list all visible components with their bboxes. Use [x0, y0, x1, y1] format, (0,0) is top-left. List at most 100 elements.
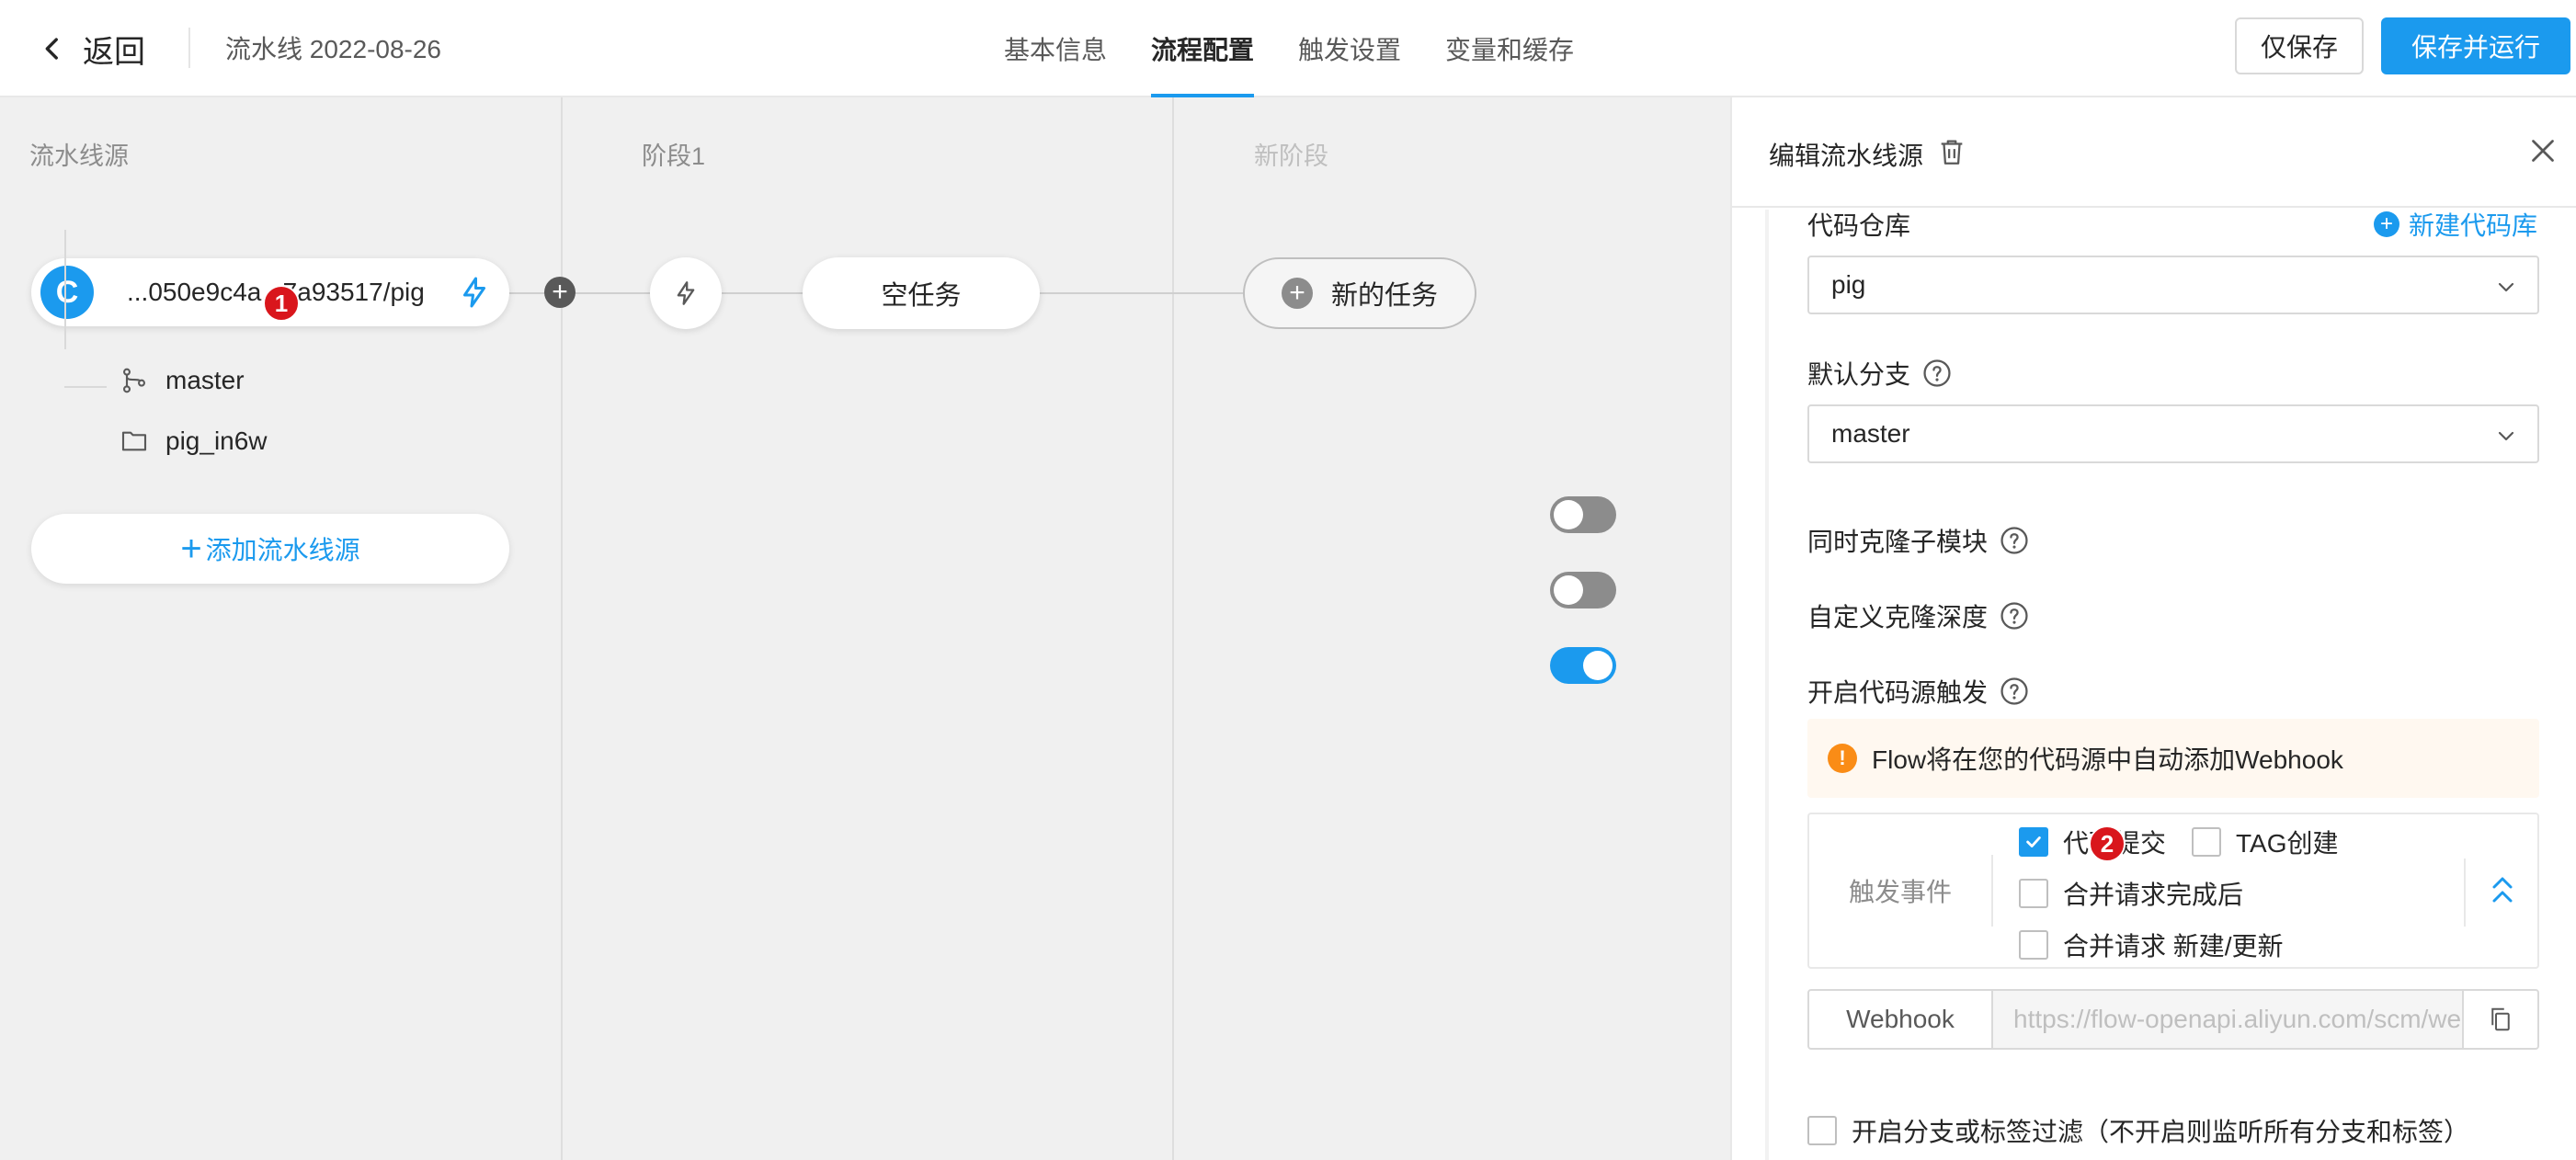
toggle-knob — [1554, 575, 1583, 605]
repo-select[interactable]: pig — [1807, 256, 2539, 314]
plus-circle-icon: + — [1281, 278, 1313, 309]
webhook-url[interactable]: https://flow-openapi.aliyun.com/scm/webh… — [1993, 991, 2464, 1048]
tab-trigger-settings[interactable]: 触发设置 — [1276, 0, 1423, 97]
webhook-field: Webhook https://flow-openapi.aliyun.com/… — [1807, 989, 2539, 1050]
column-divider — [561, 97, 563, 1160]
new-repo-link[interactable]: + 新建代码库 — [2373, 206, 2537, 243]
column-divider — [1172, 97, 1174, 1160]
save-and-run-button[interactable]: 保存并运行 — [2381, 17, 2570, 74]
collapse-icon[interactable] — [2486, 871, 2519, 908]
add-stage-button[interactable]: + — [544, 277, 576, 308]
connector-line — [509, 292, 650, 294]
checkbox-branch-filter[interactable]: 开启分支或标签过滤（不开启则监听所有分支和标签） — [1807, 1112, 2469, 1149]
custom-depth-toggle[interactable] — [1550, 572, 1616, 608]
checkbox-tag-create[interactable]: TAG创建 — [2192, 824, 2338, 860]
chevron-down-icon — [2498, 282, 2514, 292]
edit-source-panel: 编辑流水线源 代码仓库 + 新建代码库 pig 默认分支 master 同时克隆… — [1730, 97, 2576, 1160]
source-branch-item: master — [120, 366, 245, 395]
source-trigger-label: 开启代码源触发 — [1807, 678, 1989, 707]
default-branch-label-row: 默认分支 — [1807, 355, 1953, 392]
help-icon[interactable] — [1921, 358, 1953, 389]
checkbox-icon — [2019, 930, 2048, 960]
new-task-button[interactable]: + 新的任务 — [1243, 257, 1476, 329]
column-title-new-stage[interactable]: 新阶段 — [1254, 136, 1328, 172]
panel-header: 编辑流水线源 — [1732, 97, 2576, 208]
mr-done-label: 合并请求完成后 — [2063, 881, 2244, 909]
close-icon[interactable] — [2526, 134, 2559, 167]
trigger-events-box: 触发事件 代码提交 TAG创建 合并请求完成后 合并请求 新建/更新 — [1807, 813, 2539, 969]
pipeline-canvas: 流水线源 阶段1 新阶段 C ...050e9c4a...7a93517/pig… — [0, 97, 1730, 1160]
connector-line — [1040, 292, 1243, 294]
step-marker-1: 1 — [263, 285, 300, 322]
clone-submodules-toggle[interactable] — [1550, 496, 1616, 533]
trigger-node[interactable] — [650, 257, 722, 329]
tag-create-label: TAG创建 — [2236, 829, 2339, 858]
connector-line — [722, 292, 803, 294]
help-icon[interactable] — [1999, 600, 2030, 631]
new-task-label: 新的任务 — [1330, 281, 1438, 311]
events-divider — [2464, 859, 2466, 927]
column-title-stage-1: 阶段1 — [642, 142, 706, 170]
folder-icon — [121, 431, 147, 451]
top-header: 返回 流水线 2022-08-26 基本信息 流程配置 触发设置 变量和缓存 仅… — [0, 0, 2576, 97]
source-folder-label: pig_in6w — [165, 426, 268, 455]
repo-select-value: pig — [1831, 270, 1866, 299]
clone-submodules-label: 同时克隆子模块 — [1807, 528, 1989, 556]
pipeline-name: 流水线 2022-08-26 — [225, 35, 442, 63]
default-branch-value: master — [1831, 419, 1910, 448]
column-title-source: 流水线源 — [29, 142, 129, 170]
custom-depth-label: 自定义克隆深度 — [1807, 603, 1989, 631]
help-icon[interactable] — [1999, 525, 2030, 556]
header-divider — [188, 28, 190, 68]
tree-line — [64, 230, 66, 349]
toggle-knob — [1554, 500, 1583, 529]
copy-button[interactable] — [2464, 991, 2537, 1048]
codeup-logo-icon: C — [40, 266, 94, 319]
help-icon[interactable] — [1999, 676, 2030, 707]
checkbox-mr-new[interactable]: 合并请求 新建/更新 — [2019, 927, 2284, 963]
save-only-button[interactable]: 仅保存 — [2235, 17, 2364, 74]
repo-label: 代码仓库 — [1807, 211, 1911, 240]
back-button[interactable]: 返回 — [37, 24, 145, 74]
new-repo-label: 新建代码库 — [2408, 211, 2537, 240]
events-label: 触发事件 — [1809, 855, 1993, 927]
checkbox-checked-icon — [2019, 827, 2048, 857]
tab-variables-cache[interactable]: 变量和缓存 — [1423, 0, 1596, 97]
default-branch-select[interactable]: master — [1807, 404, 2539, 463]
checkbox-icon — [2192, 827, 2221, 857]
tab-bar: 基本信息 流程配置 触发设置 变量和缓存 — [1004, 0, 1596, 97]
lightning-icon[interactable] — [458, 275, 491, 310]
warning-icon: ! — [1828, 744, 1857, 773]
checkbox-mr-done[interactable]: 合并请求完成后 — [2019, 875, 2243, 912]
back-label: 返回 — [83, 34, 145, 70]
empty-task-node[interactable]: 空任务 — [803, 257, 1040, 329]
checkbox-icon — [1807, 1116, 1837, 1145]
plus-icon: + — [180, 529, 202, 569]
lightning-icon — [677, 281, 695, 305]
panel-scroll-track — [1765, 210, 1769, 1160]
tab-flow-config[interactable]: 流程配置 — [1129, 0, 1276, 97]
add-pipeline-source-button[interactable]: + 添加流水线源 — [31, 514, 509, 584]
webhook-notice: ! Flow将在您的代码源中自动添加Webhook — [1807, 719, 2539, 798]
clone-submodules-row: 同时克隆子模块 — [1807, 522, 2030, 559]
chevron-down-icon — [2498, 431, 2514, 441]
source-folder-item: pig_in6w — [120, 426, 268, 456]
tab-basic-info[interactable]: 基本信息 — [1004, 0, 1129, 97]
custom-depth-row: 自定义克隆深度 — [1807, 597, 2030, 634]
trash-icon[interactable] — [1936, 134, 1967, 169]
branch-filter-label: 开启分支或标签过滤（不开启则监听所有分支和标签） — [1852, 1118, 2470, 1146]
plus-circle-icon: + — [2373, 211, 2399, 237]
mr-new-label: 合并请求 新建/更新 — [2063, 932, 2284, 961]
checkbox-icon — [2019, 879, 2048, 908]
copy-icon — [2491, 1007, 2510, 1031]
source-branch-label: master — [165, 366, 245, 394]
source-trigger-row: 开启代码源触发 — [1807, 673, 2030, 710]
tree-line — [64, 386, 107, 388]
step-marker-2: 2 — [2089, 825, 2126, 862]
branch-icon — [122, 368, 146, 393]
add-source-label: 添加流水线源 — [205, 536, 360, 564]
chevron-left-icon — [45, 38, 58, 60]
toggle-knob — [1583, 651, 1613, 680]
source-trigger-toggle[interactable] — [1550, 647, 1616, 684]
notice-text: Flow将在您的代码源中自动添加Webhook — [1872, 745, 2343, 774]
